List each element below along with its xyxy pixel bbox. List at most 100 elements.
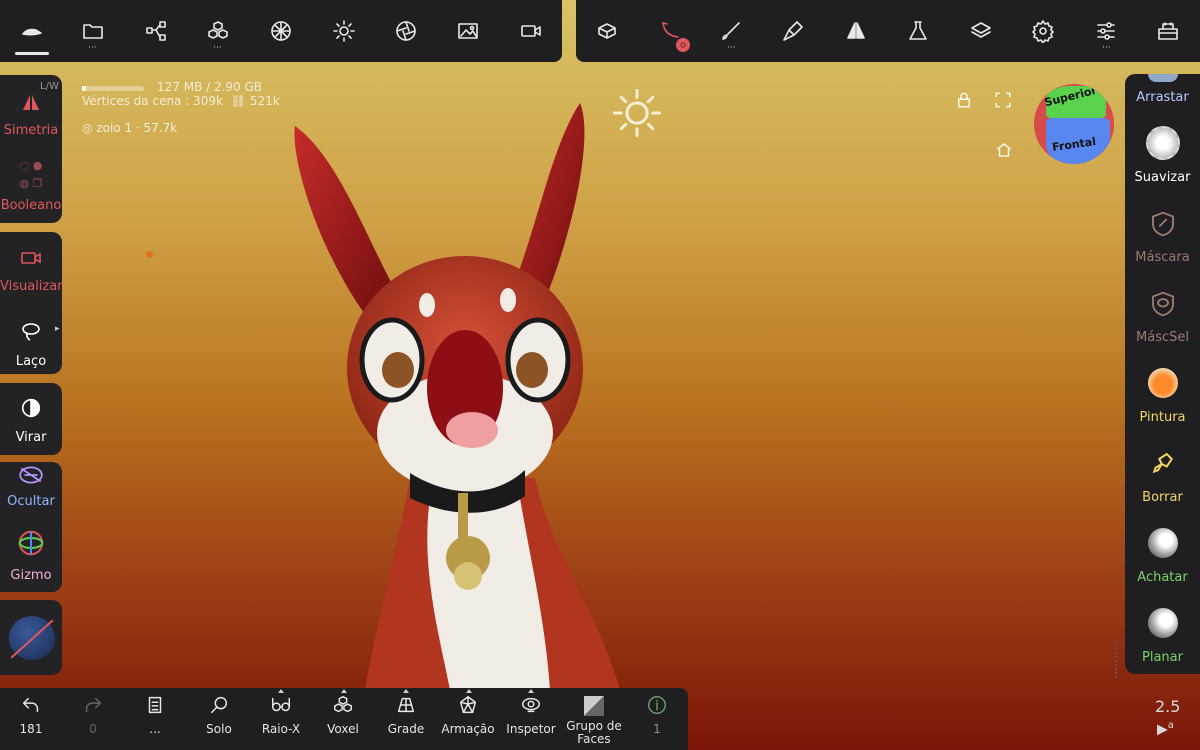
memory-text: 127 MB / 2.90 GB <box>157 80 263 94</box>
sliders-icon[interactable] <box>1093 18 1119 44</box>
plane-tool[interactable]: Planar <box>1125 608 1200 668</box>
toolbox-icon[interactable] <box>1154 18 1182 44</box>
solo-label: Solo <box>206 722 232 736</box>
lighting-icon[interactable] <box>331 18 357 44</box>
object-name: zoio 1 <box>96 121 133 135</box>
version-text: 2.5 <box>1155 697 1181 716</box>
object-box-icon[interactable] <box>593 18 621 44</box>
grid-button[interactable]: Grade <box>375 694 437 736</box>
plane-icon <box>1147 608 1178 638</box>
hide-gizmo-group: Ocultar Gizmo <box>0 462 62 592</box>
facegroup-button[interactable]: Grupo de Faces <box>560 696 628 746</box>
shading-icon[interactable] <box>393 18 419 44</box>
boolean-button[interactable]: ◌ ● ◍ ❐ Booleano <box>0 153 62 219</box>
paint-label: Pintura <box>1139 410 1186 425</box>
grid-label: Grade <box>387 722 425 736</box>
undo-count: 181 <box>19 722 43 736</box>
active-tab-underline <box>15 52 49 55</box>
smooth-icon <box>1145 126 1180 160</box>
vertices-value: 309k <box>193 94 223 108</box>
flatten-label: Achatar <box>1137 570 1188 585</box>
smooth-tool[interactable]: Suavizar <box>1125 126 1200 186</box>
redo-button[interactable]: 0 <box>62 694 124 736</box>
view-cube[interactable]: Superior Frontal <box>1034 84 1114 164</box>
lasso-label: Laço <box>15 354 47 369</box>
flask-icon[interactable] <box>905 18 931 44</box>
scene-vertices: Vértices da cena : 309k ⛓ 521k <box>82 94 280 108</box>
inspector-button[interactable]: Inspetor <box>500 694 562 736</box>
flip-button[interactable]: Virar <box>0 383 62 455</box>
view-lasso-group: Visualizar Laço ▸ <box>0 232 63 374</box>
material-preview-button[interactable] <box>0 600 62 675</box>
object-info[interactable]: ◎ zoio 1 · 57.7k <box>82 121 177 135</box>
symmetry-group: L/W Simetria ◌ ● ◍ ❐ Booleano <box>0 75 62 223</box>
brush-more-dots: ··· <box>727 43 736 53</box>
visualize-button[interactable]: Visualizar <box>0 232 63 298</box>
redo-count: 0 <box>89 722 97 736</box>
panel-resize-handle[interactable] <box>1115 640 1121 678</box>
wireframe-label: Armação <box>441 722 495 736</box>
plane-label: Planar <box>1142 650 1183 665</box>
vertices-label: Vértices da cena : <box>82 94 190 108</box>
symmetry-button[interactable]: Simetria <box>0 85 62 145</box>
topology-icon[interactable] <box>268 18 294 44</box>
flatten-icon <box>1147 528 1178 558</box>
gear-icon[interactable] <box>1030 18 1056 44</box>
undo-button[interactable]: 181 <box>0 694 62 736</box>
xray-label: Raio-X <box>261 722 301 736</box>
grid-caret-icon <box>403 689 409 693</box>
wireframe-button[interactable]: Armação <box>437 694 499 736</box>
smudge-label: Borrar <box>1142 490 1183 505</box>
smudge-tool[interactable]: Borrar <box>1125 448 1200 508</box>
boolean-ops-icon: ◌ ● ◍ ❐ <box>19 159 43 190</box>
solo-button[interactable]: Solo <box>188 694 250 736</box>
image-icon[interactable] <box>455 18 481 44</box>
hide-label: Ocultar <box>7 494 55 509</box>
folder-icon[interactable] <box>80 18 106 44</box>
xray-button[interactable]: Raio-X <box>250 694 312 736</box>
paint-icon <box>1147 368 1178 398</box>
scene-graph-icon[interactable] <box>143 18 169 44</box>
drag-tool[interactable]: Arrastar <box>1125 74 1200 114</box>
flag-icon[interactable]: ▶a <box>1157 720 1174 738</box>
object-count: 57.7k <box>143 121 178 135</box>
camera-icon[interactable] <box>518 18 544 44</box>
history-more: ... <box>149 722 161 736</box>
voxel-label: Voxel <box>327 722 359 736</box>
primitives-icon[interactable] <box>205 18 231 44</box>
fullscreen-icon[interactable] <box>994 91 1012 109</box>
brush-settings-badge-icon <box>676 38 690 52</box>
home-icon[interactable] <box>994 141 1014 159</box>
masksel-tool[interactable]: MáscSel <box>1125 288 1200 348</box>
orange-dot <box>146 251 153 258</box>
info-count: 1 <box>653 722 661 736</box>
facegroup-icon <box>584 696 604 716</box>
info-button[interactable]: 1 <box>626 694 688 736</box>
hide-button[interactable]: Ocultar <box>0 462 62 524</box>
drag-icon <box>1147 74 1178 82</box>
paint-brush-icon[interactable] <box>718 18 744 44</box>
voxel-caret-icon <box>341 689 347 693</box>
paint-tool[interactable]: Pintura <box>1125 368 1200 428</box>
facegroup-label: Grupo de Faces <box>566 719 622 746</box>
layers-icon[interactable] <box>968 18 994 44</box>
inspector-label: Inspetor <box>506 722 556 736</box>
flatten-tool[interactable]: Achatar <box>1125 528 1200 588</box>
lasso-button[interactable]: Laço ▸ <box>0 314 62 374</box>
lasso-arrow-icon: ▸ <box>55 324 60 334</box>
symmetry-icon[interactable] <box>843 18 869 44</box>
viewport-model <box>294 103 620 690</box>
voxel-button[interactable]: Voxel <box>312 694 374 736</box>
flip-label: Virar <box>15 430 47 445</box>
history-button[interactable]: ... <box>124 694 186 736</box>
sculpt-mode-icon[interactable] <box>15 18 49 44</box>
primitives-more-dots: ··· <box>213 43 222 53</box>
lock-icon[interactable] <box>955 91 973 109</box>
xray-caret-icon <box>278 689 284 693</box>
link-icon: ⛓ <box>230 94 247 108</box>
mask-tool[interactable]: Máscara <box>1125 208 1200 268</box>
brush-panel: Arrastar Suavizar Máscara MáscSel Pintur… <box>1125 74 1200 674</box>
gizmo-button[interactable]: Gizmo <box>0 528 62 590</box>
stroke-tool-icon[interactable] <box>780 18 806 44</box>
sliders-more-dots: ··· <box>1102 43 1111 53</box>
